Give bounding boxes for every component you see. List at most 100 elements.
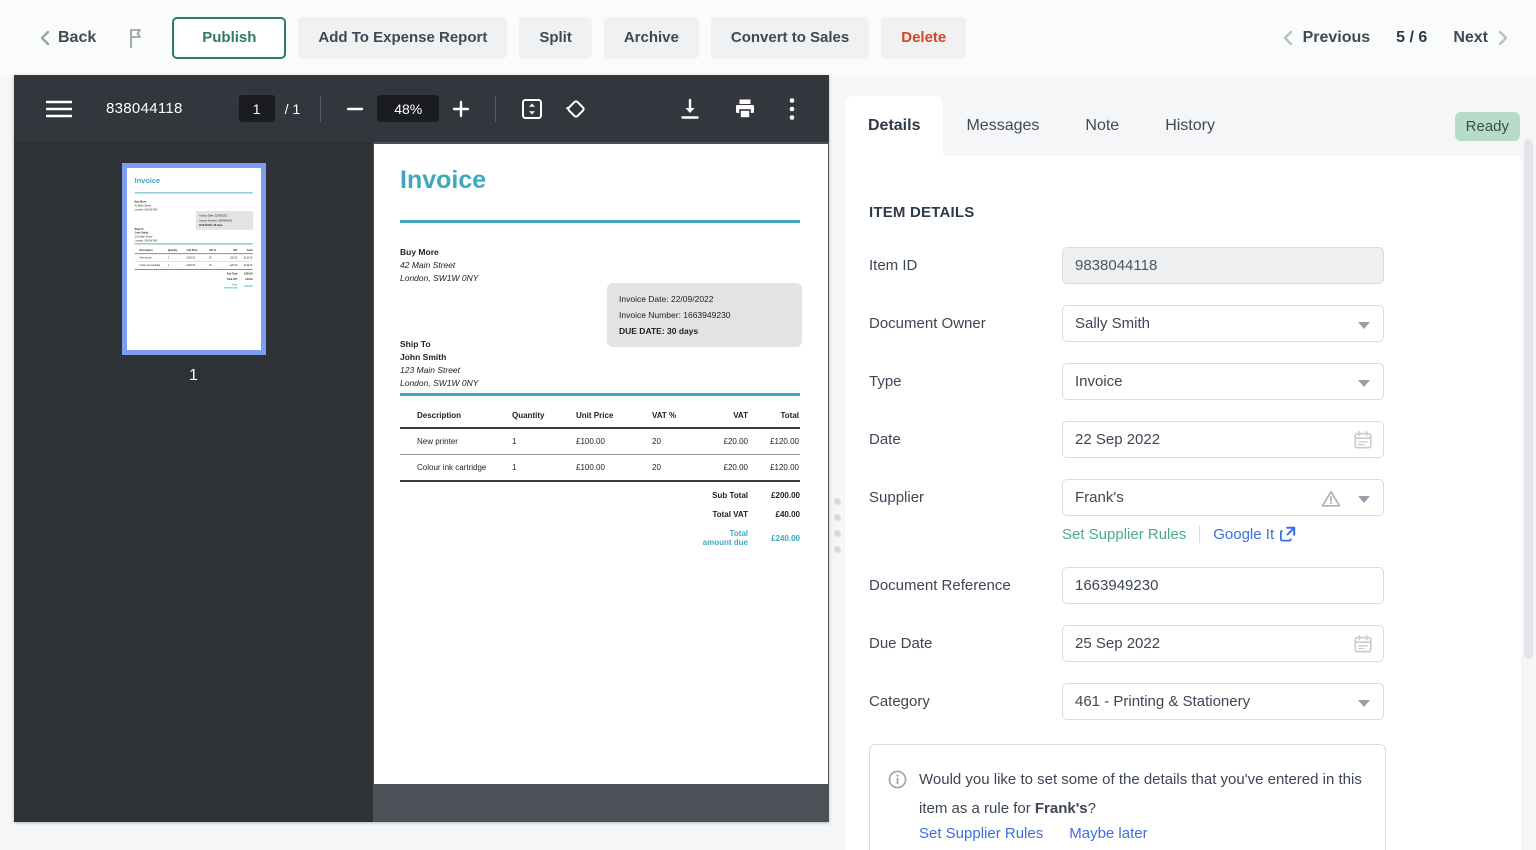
panel-scrollbar[interactable] bbox=[1524, 139, 1533, 659]
rotate-icon bbox=[564, 97, 588, 121]
chevron-left-icon bbox=[1283, 30, 1293, 46]
document-owner-select[interactable]: Sally Smith bbox=[1062, 305, 1384, 342]
due-date-input[interactable]: 25 Sep 2022 bbox=[1062, 625, 1384, 662]
col-quantity: Quantity bbox=[512, 404, 576, 428]
col-total: Total bbox=[237, 247, 252, 254]
next-button[interactable]: Next bbox=[1453, 29, 1508, 47]
type-select[interactable]: Invoice bbox=[1062, 363, 1384, 400]
supplier-value: Frank's bbox=[1075, 489, 1124, 506]
tab-history[interactable]: History bbox=[1142, 96, 1238, 156]
maybe-later-link[interactable]: Maybe later bbox=[1069, 825, 1147, 842]
table-row: Colour ink cartridge 1 £100.00 20 £20.00… bbox=[400, 455, 800, 482]
kebab-menu-icon bbox=[789, 97, 795, 121]
calendar-icon[interactable] bbox=[1353, 634, 1373, 658]
previous-button[interactable]: Previous bbox=[1283, 29, 1371, 47]
page-number-input[interactable]: 1 bbox=[239, 95, 275, 122]
archive-button[interactable]: Archive bbox=[604, 17, 699, 59]
toolbar-divider bbox=[495, 96, 496, 122]
fit-page-icon bbox=[520, 97, 544, 121]
document-page: Invoice Buy More 42 Main Street London, … bbox=[127, 170, 261, 350]
category-select[interactable]: 461 - Printing & Stationery bbox=[1062, 683, 1384, 720]
field-row-document-owner: Document Owner Sally Smith bbox=[869, 305, 1521, 342]
from-address2: London, SW1W 0NY bbox=[400, 272, 478, 285]
notice-links: Set Supplier Rules Maybe later bbox=[919, 825, 1367, 842]
page-thumbnail[interactable]: Invoice Buy More 42 Main Street London, … bbox=[122, 163, 266, 355]
grand-total-row: Total amount due £240.00 bbox=[134, 281, 252, 289]
download-button[interactable] bbox=[675, 94, 705, 124]
delete-button[interactable]: Delete bbox=[881, 17, 966, 59]
convert-to-sales-button[interactable]: Convert to Sales bbox=[711, 17, 869, 59]
flag-icon bbox=[126, 27, 146, 49]
rotate-button[interactable] bbox=[560, 93, 592, 125]
split-button[interactable]: Split bbox=[519, 17, 592, 59]
next-label: Next bbox=[1453, 29, 1488, 47]
print-icon bbox=[733, 97, 757, 121]
document-reference-label: Document Reference bbox=[869, 577, 1062, 594]
print-button[interactable] bbox=[729, 93, 761, 125]
google-it-link[interactable]: Google It bbox=[1213, 526, 1296, 543]
plus-icon bbox=[451, 99, 471, 119]
invoice-due-line: DUE DATE: 30 days bbox=[199, 223, 249, 228]
date-input[interactable]: 22 Sep 2022 bbox=[1062, 421, 1384, 458]
thumbnail-sidebar: Invoice Buy More 42 Main Street London, … bbox=[14, 142, 373, 822]
zoom-in-button[interactable] bbox=[447, 95, 475, 123]
tab-note[interactable]: Note bbox=[1062, 96, 1142, 156]
panel-resize-handle[interactable] bbox=[829, 465, 845, 585]
invoice-meta-box: Invoice Date: 22/09/2022 Invoice Number:… bbox=[607, 283, 802, 347]
due-date-value: 25 Sep 2022 bbox=[1075, 635, 1160, 652]
flag-button[interactable] bbox=[126, 27, 146, 49]
supplier-select[interactable]: Frank's bbox=[1062, 479, 1384, 516]
zoom-out-button[interactable] bbox=[341, 95, 369, 123]
item-page-indicator: 5 / 6 bbox=[1396, 29, 1427, 47]
col-description: Description bbox=[134, 247, 167, 254]
back-button[interactable]: Back bbox=[40, 29, 96, 47]
field-row-document-reference: Document Reference bbox=[869, 567, 1521, 604]
category-value: 461 - Printing & Stationery bbox=[1075, 693, 1250, 710]
warning-icon bbox=[1321, 489, 1341, 512]
publish-button[interactable]: Publish bbox=[172, 17, 286, 59]
notice-set-supplier-rules-link[interactable]: Set Supplier Rules bbox=[919, 825, 1043, 842]
total-vat-row: Total VAT £40.00 bbox=[400, 501, 800, 520]
invoice-ship-block: Ship To John Smith 123 Main Street Londo… bbox=[134, 227, 157, 242]
set-supplier-rules-link[interactable]: Set Supplier Rules bbox=[1062, 526, 1186, 543]
category-label: Category bbox=[869, 693, 1062, 710]
col-vat-percent: VAT % bbox=[652, 404, 700, 428]
invoice-ship-block: Ship To John Smith 123 Main Street Londo… bbox=[400, 338, 478, 390]
chevron-down-icon bbox=[1358, 322, 1370, 329]
item-id-label: Item ID bbox=[869, 257, 1062, 274]
add-to-expense-report-button[interactable]: Add To Expense Report bbox=[298, 17, 507, 59]
item-id-input[interactable] bbox=[1062, 247, 1384, 284]
date-label: Date bbox=[869, 431, 1062, 448]
from-name: Buy More bbox=[400, 246, 478, 259]
ship-to-name: John Smith bbox=[400, 351, 478, 364]
more-options-button[interactable] bbox=[785, 93, 799, 125]
invoice-number-line: Invoice Number: 1663949230 bbox=[619, 307, 790, 323]
notice-supplier-name: Frank's bbox=[1035, 800, 1088, 817]
table-row: New printer 1 £100.00 20 £20.00 £120.00 bbox=[134, 254, 252, 262]
sidebar-toggle-button[interactable] bbox=[42, 95, 76, 123]
panel-body: ITEM DETAILS Item ID Document Owner Sall… bbox=[845, 156, 1521, 850]
divider bbox=[1199, 525, 1200, 543]
invoice-line-items-table: Description Quantity Unit Price VAT % VA… bbox=[134, 247, 252, 289]
tab-details[interactable]: Details bbox=[845, 96, 943, 156]
col-vat: VAT bbox=[700, 404, 748, 428]
document-title: 838044118 bbox=[106, 100, 183, 117]
col-unit-price: Unit Price bbox=[186, 247, 208, 254]
document-owner-value: Sally Smith bbox=[1075, 315, 1150, 332]
info-icon bbox=[888, 770, 907, 842]
page-total: / 1 bbox=[285, 101, 301, 117]
table-row: New printer 1 £100.00 20 £20.00 £120.00 bbox=[400, 428, 800, 455]
fit-to-page-button[interactable] bbox=[516, 93, 548, 125]
field-row-category: Category 461 - Printing & Stationery bbox=[869, 683, 1521, 720]
calendar-icon[interactable] bbox=[1353, 430, 1373, 454]
field-row-supplier: Supplier Frank's bbox=[869, 479, 1521, 516]
chevron-right-icon bbox=[1498, 30, 1508, 46]
tab-messages[interactable]: Messages bbox=[943, 96, 1062, 156]
document-reference-input[interactable] bbox=[1062, 567, 1384, 604]
divider bbox=[400, 393, 800, 396]
field-row-type: Type Invoice bbox=[869, 363, 1521, 400]
col-vat-percent: VAT % bbox=[209, 247, 223, 254]
minus-icon bbox=[345, 99, 365, 119]
due-date-label: Due Date bbox=[869, 635, 1062, 652]
invoice-due-line: DUE DATE: 30 days bbox=[619, 323, 790, 339]
